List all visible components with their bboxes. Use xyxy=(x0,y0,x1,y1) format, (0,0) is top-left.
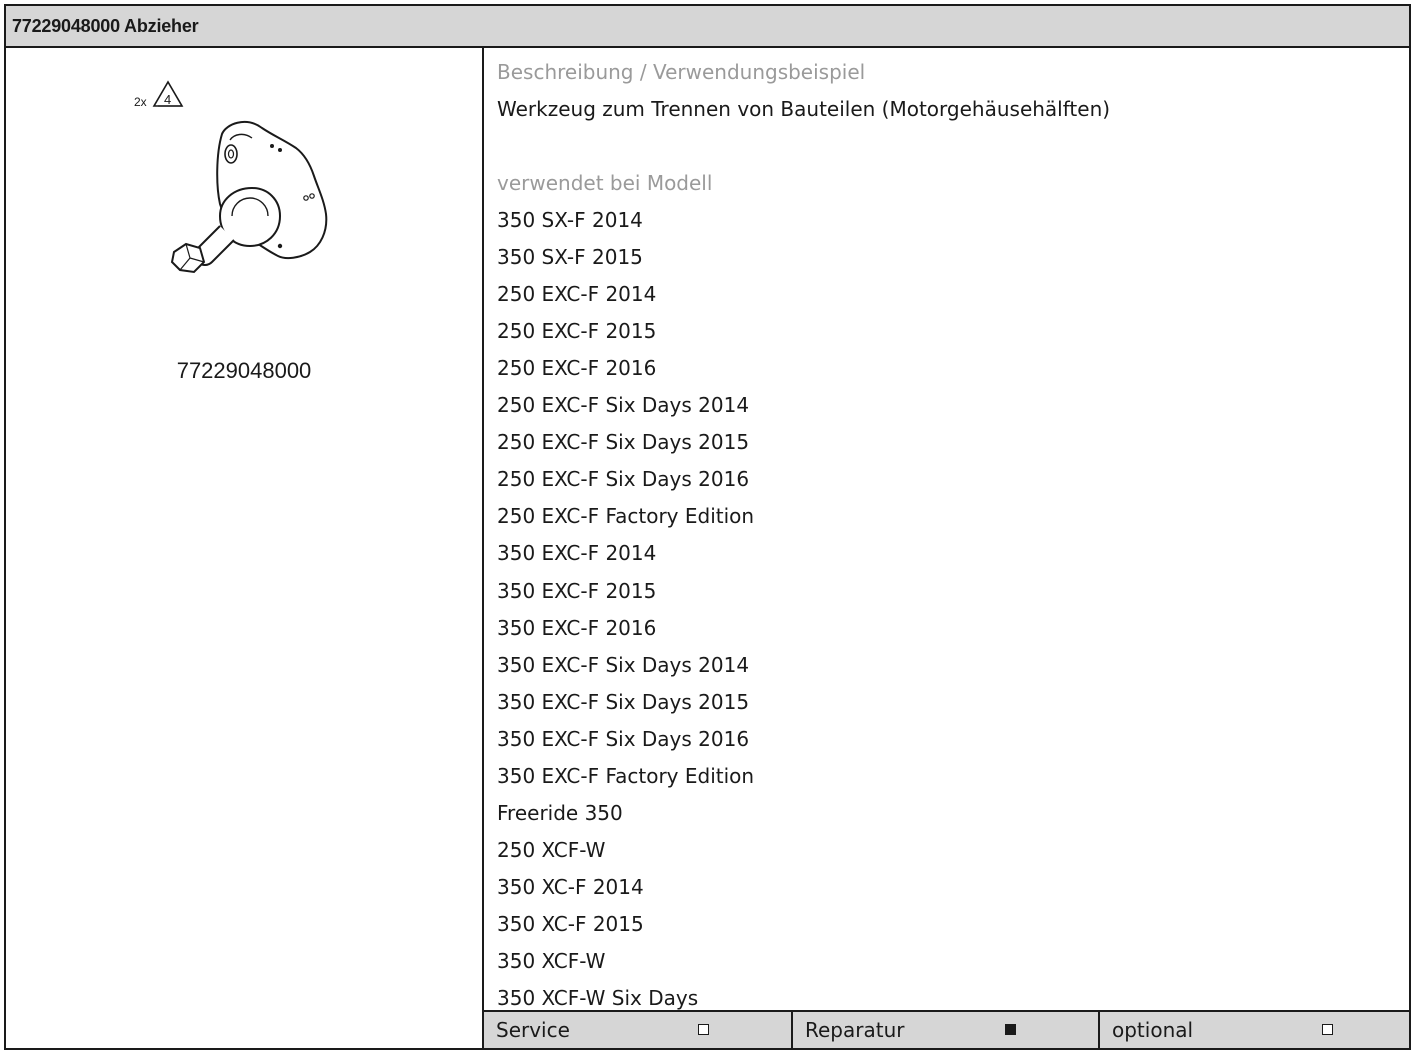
description-heading: Beschreibung / Verwendungsbeispiel xyxy=(497,60,866,84)
puller-tool-illustration: 2x 4 xyxy=(134,80,328,274)
callout-number: 4 xyxy=(164,92,171,107)
optional-category: optional xyxy=(1098,1012,1409,1048)
usage-category-bar: Service Reparatur optional xyxy=(484,1010,1409,1048)
service-category: Service xyxy=(484,1012,791,1048)
model-item: 350 XC-F 2014 xyxy=(497,875,644,899)
model-item: 350 EXC-F Factory Edition xyxy=(497,764,755,788)
quantity-label: 2x xyxy=(134,95,147,109)
service-checkbox xyxy=(698,1024,709,1035)
page-title: 77229048000 Abzieher xyxy=(6,6,1409,48)
reparatur-category: Reparatur xyxy=(791,1012,1098,1048)
reparatur-label: Reparatur xyxy=(805,1018,905,1042)
optional-checkbox xyxy=(1322,1024,1333,1035)
description-text: Werkzeug zum Trennen von Bauteilen (Moto… xyxy=(497,97,1111,121)
part-number: 77229048000 xyxy=(176,358,312,383)
model-item: 250 EXC-F Six Days 2014 xyxy=(497,393,750,417)
model-item: 350 XCF-W xyxy=(497,949,606,973)
model-item: 250 EXC-F 2016 xyxy=(497,356,657,380)
model-item: 250 EXC-F 2014 xyxy=(497,282,657,306)
tool-sheet: 77229048000 Abzieher 2x 4 77229048000 Be… xyxy=(4,4,1411,1050)
warning-triangle-icon: 4 xyxy=(152,80,184,107)
model-item: 350 EXC-F 2014 xyxy=(497,541,657,565)
optional-label: optional xyxy=(1112,1018,1194,1042)
model-item: 250 EXC-F Six Days 2015 xyxy=(497,430,750,454)
models-heading: verwendet bei Modell xyxy=(497,171,713,195)
model-item: 350 EXC-F Six Days 2016 xyxy=(497,727,750,751)
model-item: 350 XC-F 2015 xyxy=(497,912,644,936)
model-item: 350 EXC-F 2015 xyxy=(497,579,657,603)
model-item: 250 XCF-W xyxy=(497,838,606,862)
model-item: 350 EXC-F Six Days 2014 xyxy=(497,653,750,677)
service-label: Service xyxy=(496,1018,570,1042)
model-item: 250 EXC-F Six Days 2016 xyxy=(497,467,750,491)
details-column: Beschreibung / Verwendungsbeispiel Werkz… xyxy=(484,48,1409,1048)
model-item: 350 XCF-W Six Days xyxy=(497,986,699,1010)
model-item: 250 EXC-F Factory Edition xyxy=(497,504,755,528)
model-item: Freeride 350 xyxy=(497,801,623,825)
figure-column: 2x 4 77229048000 xyxy=(6,48,484,1048)
model-item: 350 SX-F 2015 xyxy=(497,245,643,269)
model-item: 250 EXC-F 2015 xyxy=(497,319,657,343)
model-item: 350 EXC-F Six Days 2015 xyxy=(497,690,750,714)
reparatur-checkbox xyxy=(1005,1024,1016,1035)
model-item: 350 SX-F 2014 xyxy=(497,208,643,232)
model-item: 350 EXC-F 2016 xyxy=(497,616,657,640)
